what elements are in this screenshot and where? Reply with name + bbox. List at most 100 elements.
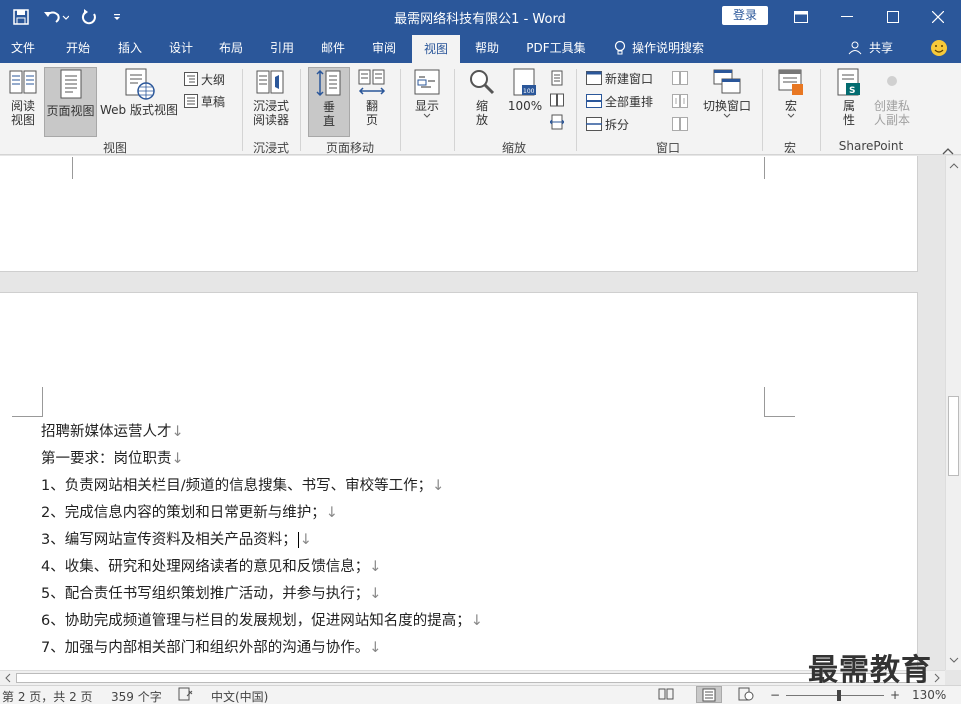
page-width-icon[interactable]	[550, 112, 567, 132]
print-layout-status-icon[interactable]	[696, 686, 722, 703]
tab-pdf-tools[interactable]: PDF工具集	[518, 33, 594, 63]
arrange-all-icon	[586, 94, 602, 108]
scroll-up-icon[interactable]	[946, 160, 961, 172]
outline-button[interactable]: 大纲	[184, 69, 225, 89]
login-button[interactable]: 登录	[722, 6, 768, 25]
horizontal-scrollbar[interactable]	[0, 670, 945, 685]
ribbon: 阅读 视图 页面视图 Web 版式视图 大纲 草稿 视图 沉浸式 阅读器 沉浸式…	[0, 63, 961, 155]
draft-icon	[184, 94, 198, 108]
text-cursor	[297, 532, 299, 548]
tab-view[interactable]: 视图	[412, 35, 460, 63]
zoom-slider-track[interactable]	[786, 695, 884, 696]
doc-line[interactable]: 7、加强与内部相关部门和组织外部的沟通与协作。↓	[41, 636, 381, 657]
side-to-side-button[interactable]: 翻 页	[352, 67, 392, 137]
tab-mailings[interactable]: 邮件	[310, 33, 356, 63]
smiley-icon[interactable]	[928, 33, 950, 63]
margin-corner	[42, 157, 73, 179]
page-count[interactable]: 第 2 页，共 2 页	[2, 688, 93, 704]
watermark: 最需教育	[808, 653, 932, 688]
doc-line[interactable]: 5、配合责任书写组织策划推广活动，并参与执行；↓	[41, 582, 381, 603]
print-layout-icon	[60, 69, 81, 99]
tab-layout[interactable]: 布局	[208, 33, 254, 63]
read-mode-button[interactable]: 阅读 视图	[4, 67, 42, 137]
group-divider	[576, 69, 577, 151]
macro-group-label: 宏	[783, 141, 796, 155]
web-layout-button[interactable]: Web 版式视图	[99, 67, 179, 137]
word-count[interactable]: 359 个字	[111, 688, 162, 704]
page-1	[0, 156, 918, 272]
multiple-pages-icon[interactable]	[550, 90, 567, 110]
tab-references[interactable]: 引用	[259, 33, 305, 63]
group-divider	[242, 69, 243, 151]
scrollbar-thumb[interactable]	[948, 396, 959, 476]
share-button[interactable]: 共享	[866, 33, 896, 63]
page-move-group-label: 页面移动	[325, 141, 374, 155]
person-icon	[846, 33, 864, 63]
tab-insert[interactable]: 插入	[107, 33, 153, 63]
doc-line[interactable]: 1、负责网站相关栏目/频道的信息搜集、书写、审校等工作；↓	[41, 474, 444, 495]
properties-icon: S	[837, 68, 860, 96]
zoom-button[interactable]: 缩 放	[462, 67, 502, 137]
zoom-slider-thumb[interactable]	[837, 690, 841, 701]
draft-button[interactable]: 草稿	[184, 91, 225, 111]
split-button[interactable]: 拆分	[586, 114, 629, 134]
arrange-all-button[interactable]: 全部重排	[586, 91, 653, 111]
tab-file[interactable]: 文件	[0, 33, 46, 63]
doc-line[interactable]: 6、协助完成频道管理与栏目的发展规划，促进网站知名度的提高；↓	[41, 609, 483, 630]
close-icon[interactable]	[915, 0, 961, 33]
doc-line[interactable]: 招聘新媒体运营人才↓	[41, 420, 184, 441]
show-button[interactable]: 显示	[408, 67, 446, 137]
print-layout-button[interactable]: 页面视图	[44, 67, 97, 137]
vertical-scrollbar[interactable]	[945, 156, 961, 670]
zoom-100-button[interactable]: 100 100%	[505, 67, 545, 137]
web-layout-status-icon[interactable]	[738, 687, 754, 704]
margin-corner	[764, 157, 795, 179]
svg-text:100: 100	[523, 88, 535, 95]
undo-icon[interactable]	[40, 7, 72, 27]
chevron-down-icon	[723, 113, 731, 118]
immersive-reader-button[interactable]: 沉浸式 阅读器	[248, 67, 294, 137]
tab-home[interactable]: 开始	[55, 33, 101, 63]
scrollbar-thumb[interactable]	[16, 673, 926, 683]
chevron-down-icon	[787, 113, 795, 118]
proofing-icon[interactable]	[178, 687, 194, 704]
tab-review[interactable]: 审阅	[361, 33, 407, 63]
new-window-button[interactable]: 新建窗口	[586, 68, 653, 88]
doc-line[interactable]: 第一要求：岗位职责↓	[41, 447, 184, 468]
side-to-side-icon	[358, 69, 386, 95]
tab-help[interactable]: 帮助	[464, 33, 510, 63]
create-private-copy-button[interactable]: 创建私 人副本	[870, 67, 914, 137]
read-mode-icon	[9, 70, 37, 94]
redo-icon[interactable]	[78, 7, 100, 27]
document-area[interactable]: 招聘新媒体运营人才↓ 第一要求：岗位职责↓ 1、负责网站相关栏目/频道的信息搜集…	[0, 156, 945, 670]
scroll-right-icon[interactable]	[931, 671, 943, 685]
doc-line[interactable]: 3、编写网站宣传资料及相关产品资料； ↓	[41, 528, 312, 549]
tab-design[interactable]: 设计	[158, 33, 204, 63]
zoom-level[interactable]: 130%	[912, 688, 946, 702]
language-indicator[interactable]: 中文(中国)	[211, 688, 268, 704]
scroll-left-icon[interactable]	[2, 671, 14, 685]
svg-text:S: S	[849, 86, 855, 96]
properties-button[interactable]: S 属 性	[830, 67, 868, 137]
zoom-in-button[interactable]: +	[890, 688, 900, 702]
save-icon[interactable]	[10, 7, 32, 27]
maximize-icon[interactable]	[870, 0, 916, 33]
split-icon	[586, 117, 602, 131]
doc-line[interactable]: 2、完成信息内容的策划和日常更新与维护；↓	[41, 501, 338, 522]
one-page-icon[interactable]	[550, 68, 567, 88]
read-mode-status-icon[interactable]	[658, 687, 674, 704]
vertical-scroll-button[interactable]: 垂 直	[308, 67, 350, 137]
minimize-icon[interactable]	[824, 0, 870, 33]
zoom-100-icon: 100	[513, 68, 536, 96]
macros-button[interactable]: 宏	[770, 67, 812, 137]
group-divider	[400, 69, 401, 151]
web-layout-icon	[125, 68, 155, 100]
ribbon-display-options-icon[interactable]	[778, 0, 824, 33]
doc-line[interactable]: 4、收集、研究和处理网络读者的意见和反馈信息；↓	[41, 555, 381, 576]
tell-me-search[interactable]: 操作说明搜索	[632, 33, 722, 63]
window-title: 最需网络科技有限公1 - Word	[394, 12, 566, 27]
zoom-out-button[interactable]: −	[770, 688, 780, 702]
switch-windows-button[interactable]: 切换窗口	[700, 67, 754, 137]
scroll-down-icon[interactable]	[946, 654, 961, 666]
customize-quick-access-icon[interactable]	[106, 7, 128, 27]
